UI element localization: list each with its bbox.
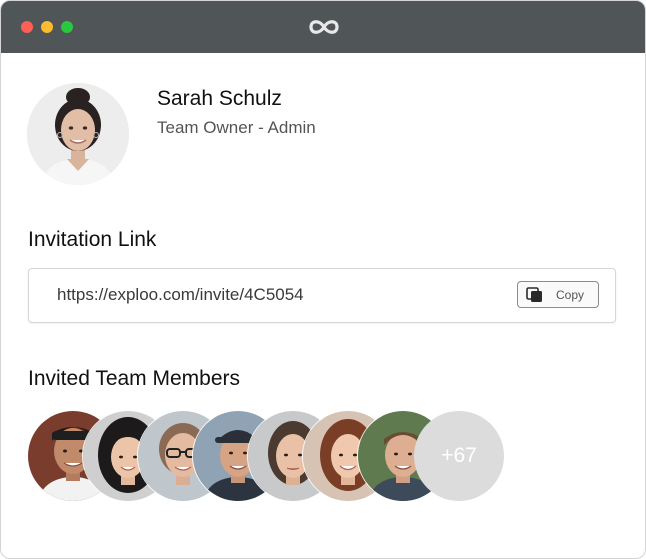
invitation-link-field[interactable]: https://exploo.com/invite/4C5054 Copy [28,268,616,323]
minimize-window-button[interactable] [41,21,53,33]
copy-icon [526,287,542,302]
app-window: Sarah Schulz Team Owner - Admin Invitati… [0,0,646,559]
invitation-url[interactable]: https://exploo.com/invite/4C5054 [57,285,304,305]
profile-name: Sarah Schulz [157,87,282,110]
invited-members-heading: Invited Team Members [28,367,241,390]
title-bar [1,1,645,53]
invited-members-list: +67 [28,411,508,503]
copy-button-label: Copy [556,288,585,302]
profile-avatar [27,83,129,185]
maximize-window-button[interactable] [61,21,73,33]
infinity-icon [309,20,339,34]
profile-role: Team Owner - Admin [157,118,316,137]
more-members-badge[interactable]: +67 [414,411,504,501]
invitation-link-heading: Invitation Link [28,228,157,251]
close-window-button[interactable] [21,21,33,33]
copy-button[interactable]: Copy [517,281,599,308]
